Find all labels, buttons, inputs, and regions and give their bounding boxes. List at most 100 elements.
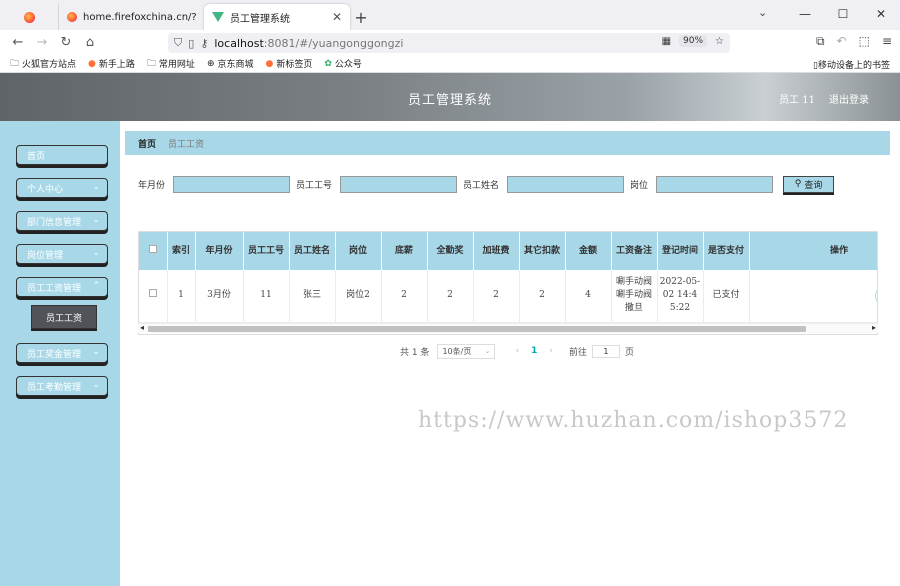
cell-remark: 唰手动阀唰手动阀撒旦 [611,270,658,323]
sidebar-item-attendance[interactable]: 员工考勤管理 ⌄ [16,376,108,396]
main-content: 首页 员工工资 年月份 员工工号 员工姓名 岗位 ⚲ 查询 索引 年月份 员工工… [120,121,900,586]
column-header: 金额 [565,232,612,270]
column-header: 年月份 [195,232,244,270]
page-unit-label: 页 [624,347,634,358]
sidebar-item-post[interactable]: 岗位管理 ⌄ [16,244,108,264]
column-header: 全勤奖 [427,232,474,270]
bookmark-item[interactable]: 🗀 火狐官方站点 [10,56,76,72]
scrollbar-thumb[interactable] [148,326,806,332]
chevron-down-icon: ⌄ [92,347,100,357]
breadcrumb-current: 员工工资 [168,139,205,150]
column-header: 是否支付 [703,232,750,270]
employee-name-label: 员工姓名 [463,180,500,191]
sidebar-item-profile[interactable]: 个人中心 ⌄ [16,178,108,198]
breadcrumb-home[interactable]: 首页 [138,137,156,150]
employee-no-input[interactable] [340,175,458,193]
bookmark-item[interactable]: ● 新手上路 [88,57,135,71]
cell-paid: 已支付 [703,270,750,323]
search-icon: ⚲ [794,179,802,189]
browser-nav-bar: ← → ↻ ⌂ ⛉ ▯ ⚷ localhost:8081/#/yuangongg… [0,30,900,55]
firefox-icon: ● [265,58,274,69]
bookmark-item[interactable]: ● 新标签页 [265,57,313,71]
select-all-checkbox[interactable] [139,232,168,270]
url-bar[interactable]: ⛉ ▯ ⚷ localhost:8081/#/yuangonggongzi ▦ … [168,33,730,53]
extensions-icon[interactable]: ⬚ [859,34,870,49]
column-header: 工资备注 [611,232,658,270]
horizontal-scrollbar[interactable]: ◂ ▸ [138,323,878,333]
zoom-level[interactable]: 90% [679,35,708,47]
page-number[interactable]: 1 [531,346,537,356]
column-header: 登记时间 [657,232,704,270]
user-name: 员工 11 [779,95,815,106]
chevron-down-icon: ⌄ [92,215,100,225]
bookmark-item[interactable]: ✿ 公众号 [324,57,362,71]
bookmark-star-icon[interactable]: ☆ [715,36,724,47]
bookmark-item[interactable]: ⊕ 京东商城 [207,57,254,71]
forward-icon[interactable]: → [30,35,54,50]
sidebar-item-salary[interactable]: 员工工资管理 ⌃ [16,277,108,297]
scroll-right-icon[interactable]: ▸ [872,323,876,332]
app-header: 员工管理系统 员工 11 退出登录 [0,73,900,121]
next-page-icon[interactable]: › [549,346,553,356]
url-host: localhost [214,36,264,50]
shield-icon[interactable]: ⛉ [174,36,182,50]
table-header-row: 索引 年月份 员工工号 员工姓名 岗位 底薪 全勤奖 加班费 其它扣款 金额 工… [139,232,877,270]
window-controls: — ☐ ✕ [786,0,900,28]
row-checkbox[interactable] [139,270,168,323]
cell-actions: ▤ 详情 [749,270,877,323]
goto-page-input[interactable]: 1 [591,344,620,358]
column-header: 加班费 [473,232,520,270]
search-form: 年月份 员工工号 员工姓名 岗位 ⚲ 查询 [138,175,835,193]
browser-tab-home[interactable]: home.firefoxchina.cn/?from=ext [58,4,204,30]
reload-icon[interactable]: ↻ [54,35,78,50]
sidebar-item-department[interactable]: 部门信息管理 ⌄ [16,211,108,231]
cell-index: 1 [167,270,196,323]
search-button[interactable]: ⚲ 查询 [783,175,835,193]
home-icon[interactable]: ⌂ [78,35,102,50]
sidebar-subitem-salary[interactable]: 员工工资 [31,305,97,329]
undo-icon[interactable]: ↶ [837,34,847,49]
cell-post: 岗位2 [335,270,382,323]
cell-attendance: 2 [427,270,474,323]
new-tab-button[interactable]: + [350,4,372,30]
column-header: 岗位 [335,232,382,270]
bookmark-item[interactable]: 🗀 常用网址 [147,56,195,72]
logout-link[interactable]: 退出登录 [829,91,869,106]
cell-name: 张三 [289,270,336,323]
month-label: 年月份 [138,180,166,191]
pager-total: 共 1 条 [400,347,430,358]
page-icon[interactable]: ▯ [188,37,194,50]
post-input[interactable] [656,175,774,193]
page-size-select[interactable]: 10条/页 ⌄ [437,343,496,359]
employee-name-input[interactable] [507,175,625,193]
chevron-down-icon: ⌄ [92,248,100,258]
tab-list-chevron-icon[interactable]: ⌄ [758,6,767,19]
detail-button[interactable]: ▤ 详情 [874,285,877,306]
post-label: 岗位 [630,180,649,191]
month-input[interactable] [173,175,291,193]
url-path: :8081/#/yuangonggongzi [263,36,404,50]
back-icon[interactable]: ← [6,35,30,50]
prev-page-icon[interactable]: ‹ [515,346,519,356]
browser-tab-active[interactable]: 员工管理系统 ✕ [204,4,350,30]
employee-no-label: 员工工号 [296,180,333,191]
scroll-left-icon[interactable]: ◂ [140,323,144,332]
cell-no: 11 [243,270,290,323]
vue-icon [212,12,224,22]
close-window-icon[interactable]: ✕ [862,0,900,28]
close-tab-icon[interactable]: ✕ [332,10,342,24]
qr-code-icon[interactable]: ▦ [662,36,671,47]
bookmarks-bar: 🗀 火狐官方站点 ● 新手上路 🗀 常用网址 ⊕ 京东商城 ● 新标签页 ✿ 公众号 ▯移动… [0,55,900,73]
cell-base: 2 [381,270,428,323]
firefox-view-tab[interactable] [0,4,58,30]
cell-amount: 4 [565,270,612,323]
sidebar-item-bonus[interactable]: 员工奖金管理 ⌄ [16,343,108,363]
menu-icon[interactable]: ≡ [882,34,892,49]
mobile-bookmarks[interactable]: ▯移动设备上的书签 [813,58,890,71]
maximize-icon[interactable]: ☐ [824,0,862,28]
screenshot-icon[interactable]: ⧉ [816,34,825,49]
minimize-icon[interactable]: — [786,0,824,28]
sidebar-item-home[interactable]: 首页 [16,145,108,165]
header-user: 员工 11 退出登录 [779,91,869,106]
firefox-tab-icon [67,12,77,22]
